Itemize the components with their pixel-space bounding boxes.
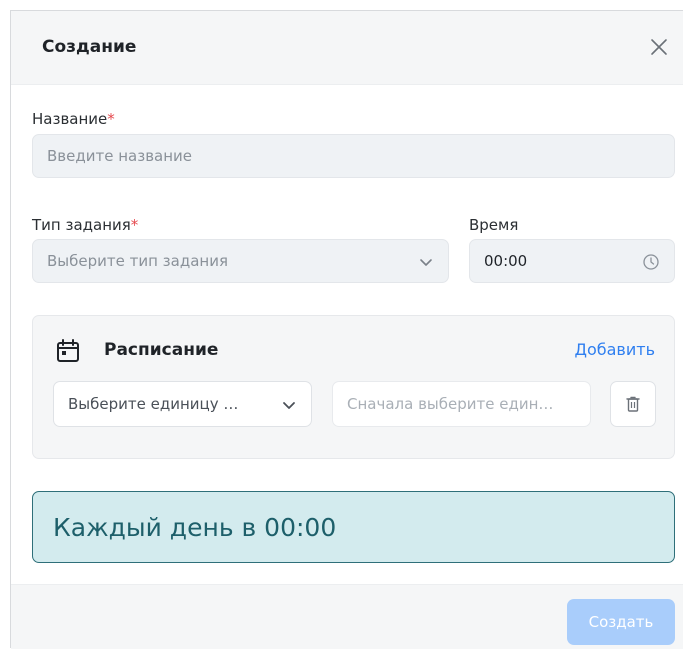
close-icon: [651, 39, 667, 55]
task-type-label: Тип задания*: [32, 216, 138, 234]
unit-placeholder: Выберите единицу …: [68, 395, 239, 413]
name-input[interactable]: Введите название: [32, 134, 675, 178]
chevron-down-icon: [283, 402, 295, 409]
trash-icon: [626, 396, 640, 412]
task-type-label-text: Тип задания: [32, 216, 131, 234]
unit-value-placeholder: Сначала выберите един…: [347, 395, 554, 413]
required-mark: *: [107, 110, 115, 128]
delete-schedule-button[interactable]: [610, 381, 656, 427]
schedule-summary: Каждый день в 00:00: [32, 491, 675, 563]
dialog-header: Создание: [11, 11, 683, 85]
required-mark: *: [130, 216, 139, 234]
schedule-title: Расписание: [104, 340, 219, 360]
unit-select[interactable]: Выберите единицу …: [53, 381, 312, 427]
chevron-down-icon: [420, 259, 432, 266]
unit-value-input[interactable]: Сначала выберите един…: [332, 381, 591, 427]
dialog-footer: Создать: [11, 584, 683, 649]
close-button[interactable]: [647, 35, 671, 59]
time-label: Время: [469, 216, 519, 234]
name-placeholder: Введите название: [47, 147, 193, 165]
dialog-title: Создание: [42, 37, 137, 57]
name-label: Название*: [32, 110, 115, 128]
schedule-summary-text: Каждый день в 00:00: [53, 512, 337, 542]
name-label-text: Название: [32, 110, 108, 128]
add-schedule-button[interactable]: Добавить: [574, 340, 655, 359]
schedule-card: Расписание Добавить Выберите единицу … С…: [32, 315, 675, 459]
task-type-select[interactable]: Выберите тип задания: [32, 239, 449, 283]
create-dialog: Создание Название* Введите название Тип …: [10, 10, 683, 649]
task-type-placeholder: Выберите тип задания: [47, 252, 228, 270]
time-input[interactable]: 00:00: [469, 239, 675, 283]
calendar-icon: [57, 339, 79, 362]
clock-icon: [643, 254, 659, 270]
time-value: 00:00: [484, 252, 528, 270]
create-button[interactable]: Создать: [567, 599, 675, 645]
